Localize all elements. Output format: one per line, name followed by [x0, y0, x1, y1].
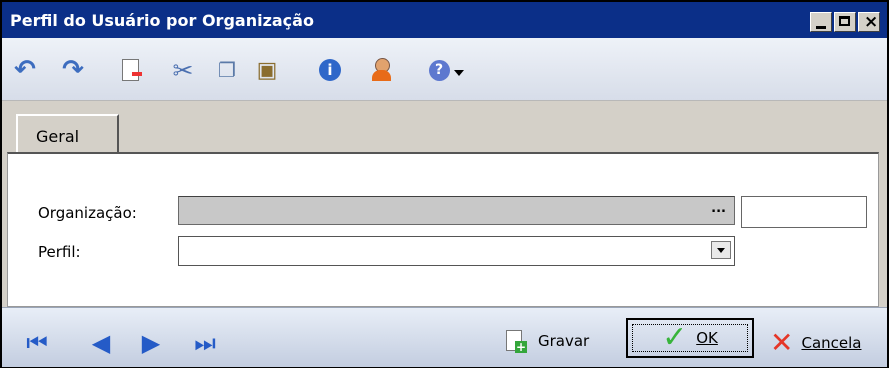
window-title: Perfil do Usuário por Organização	[10, 11, 314, 30]
info-icon[interactable]: i	[317, 58, 343, 82]
cancel-button[interactable]: ✕ Cancela	[770, 326, 861, 359]
close-icon: ×	[864, 12, 879, 32]
organizacao-lookup-button[interactable]: ...	[711, 201, 726, 216]
tab-geral[interactable]: Geral	[16, 114, 119, 154]
help-icon[interactable]: ?	[426, 58, 452, 82]
save-button[interactable]: + Gravar	[504, 326, 589, 356]
first-record-button[interactable]: ⏮	[24, 330, 50, 356]
last-record-button[interactable]: ⏭	[192, 330, 218, 356]
ok-button[interactable]: ✓ OK	[626, 318, 754, 358]
close-button[interactable]: ×	[858, 12, 880, 32]
save-label: Gravar	[538, 332, 590, 350]
chevron-down-icon[interactable]	[711, 241, 731, 259]
minimize-button[interactable]	[810, 12, 832, 32]
perfil-select[interactable]	[178, 236, 735, 266]
cut-icon[interactable]: ✂	[170, 56, 196, 85]
focus-outline	[632, 324, 748, 352]
previous-record-button[interactable]: ◀	[88, 330, 114, 356]
next-record-button[interactable]: ▶	[138, 330, 164, 356]
paste-icon[interactable]: ▣	[254, 58, 280, 83]
cancel-label: Cancela	[801, 333, 862, 352]
profile-window: Perfil do Usuário por Organização × ↶ ↷ …	[0, 0, 889, 368]
copy-icon[interactable]: ❐	[214, 58, 240, 82]
redo-icon[interactable]: ↷	[60, 55, 86, 85]
maximize-button[interactable]	[834, 12, 856, 32]
undo-icon[interactable]: ↶	[12, 55, 38, 85]
toolbar: ↶ ↷ ✂ ❐ ▣ i ?	[2, 38, 887, 101]
user-icon[interactable]	[370, 58, 396, 82]
organizacao-code-input[interactable]	[741, 196, 867, 228]
perfil-label: Perfil:	[38, 243, 81, 261]
organizacao-label: Organização:	[38, 204, 137, 222]
form-panel	[7, 152, 879, 307]
minimize-icon	[816, 26, 826, 29]
toolbar-dropdown-arrow-icon[interactable]	[454, 70, 464, 76]
save-icon: +	[504, 329, 528, 353]
bottom-toolbar: ⏮ ◀ ▶ ⏭ + Gravar ✓ OK ✕ Cancela	[2, 307, 887, 367]
title-bar[interactable]: Perfil do Usuário por Organização ×	[2, 2, 887, 38]
tab-label: Geral	[36, 127, 80, 146]
maximize-icon	[839, 16, 850, 26]
organizacao-field[interactable]: ...	[178, 196, 735, 225]
new-document-icon[interactable]	[118, 58, 144, 82]
cancel-icon: ✕	[770, 326, 794, 359]
check-icon: ✓	[662, 319, 688, 355]
